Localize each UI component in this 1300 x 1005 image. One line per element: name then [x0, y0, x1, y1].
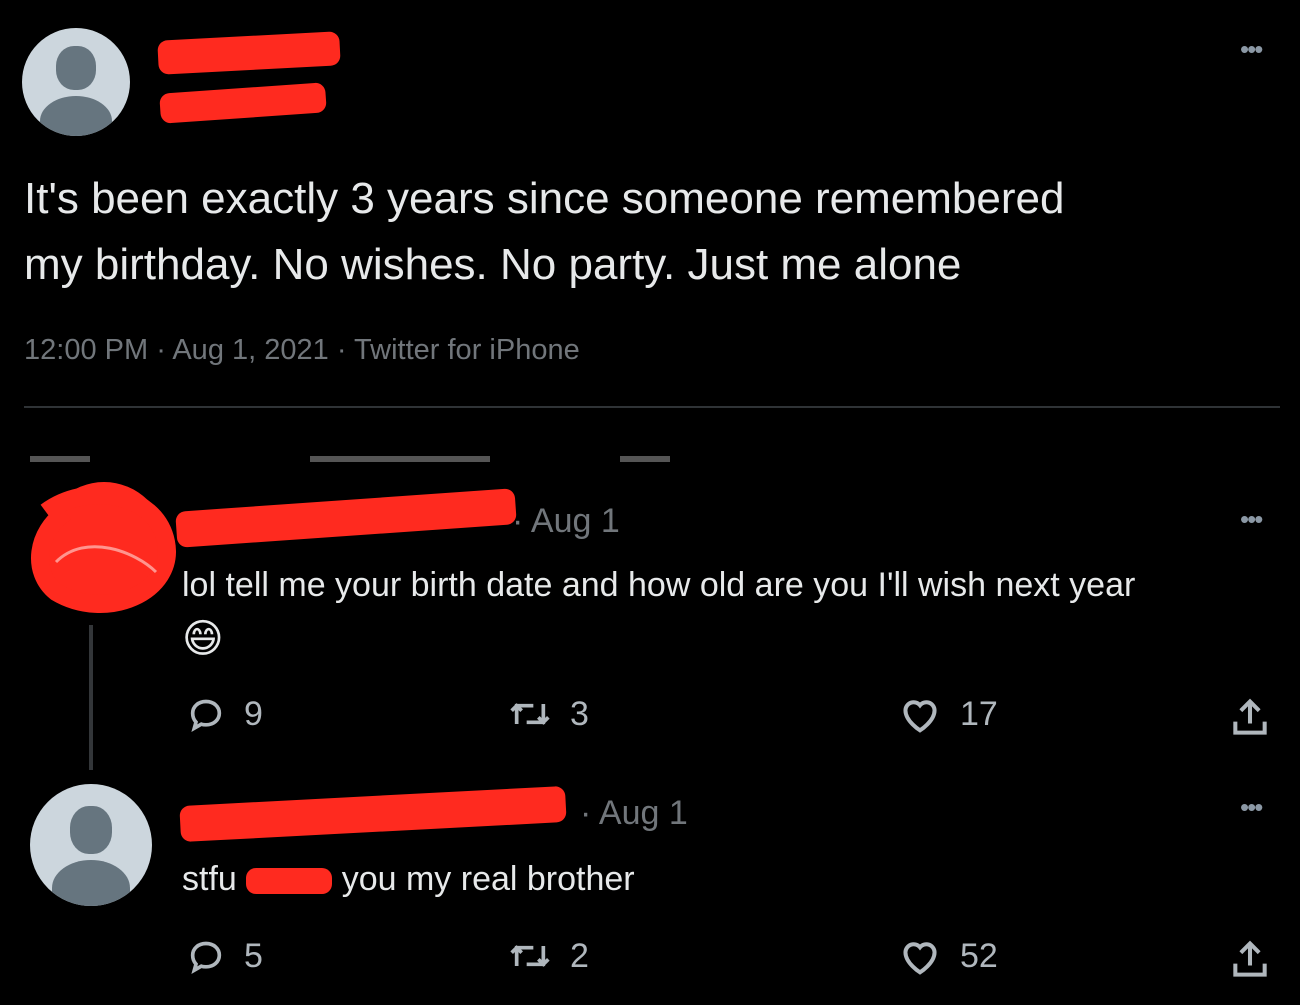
- avatar[interactable]: [22, 28, 130, 136]
- reply1-more-options-icon[interactable]: •••: [1240, 506, 1263, 532]
- reply2-date[interactable]: · Aug 1: [580, 794, 688, 833]
- reply-icon: [190, 941, 222, 974]
- tweet-meta: 12:00 PM · Aug 1, 2021 · Twitter for iPh…: [24, 334, 580, 367]
- like-count: 52: [960, 936, 998, 975]
- heart-icon: [903, 700, 937, 733]
- redacted-handle: [159, 82, 327, 124]
- reply2-text-after: you my real brother: [341, 860, 635, 898]
- like-count: 17: [960, 694, 998, 733]
- reply2-avatar[interactable]: [30, 784, 152, 906]
- share-icon: [1233, 940, 1267, 977]
- reply2-reply-button[interactable]: 5: [186, 936, 263, 976]
- redacted-reply1-name: [175, 488, 517, 548]
- tweet-text: It's been exactly 3 years since someone …: [24, 166, 1274, 298]
- reply2-like-button[interactable]: 52: [898, 936, 998, 976]
- tweet-text-line-2: my birthday. No wishes. No party. Just m…: [24, 240, 962, 289]
- retweet-count: 3: [570, 694, 589, 733]
- reply1-reply-button[interactable]: 9: [186, 694, 263, 734]
- reply-count: 9: [244, 694, 263, 733]
- redacted-display-name: [157, 31, 341, 75]
- stats-row-partial: [30, 452, 670, 462]
- tweet-date[interactable]: Aug 1, 2021: [172, 334, 328, 366]
- reply-icon: [190, 699, 222, 732]
- reply1-retweet-button[interactable]: 3: [508, 694, 589, 734]
- divider: [24, 406, 1280, 408]
- reply1-like-button[interactable]: 17: [898, 694, 998, 734]
- tweet-source[interactable]: Twitter for iPhone: [354, 334, 580, 366]
- redacted-avatar-scribble: [26, 472, 176, 622]
- reply1-text: lol tell me your birth date and how old …: [182, 566, 1136, 604]
- reply2-share-button[interactable]: [1228, 938, 1272, 982]
- redacted-reply2-name: [179, 785, 567, 843]
- meta-separator: ·: [336, 334, 347, 366]
- retweet-icon: [510, 703, 550, 725]
- reply2-text-before: stfu: [182, 860, 237, 898]
- retweet-icon: [510, 945, 550, 967]
- redacted-word: [246, 868, 333, 895]
- share-icon: [1233, 698, 1267, 735]
- grinning-emoji: 😄: [182, 617, 224, 661]
- reply1-date[interactable]: · Aug 1: [512, 502, 620, 541]
- reply1-share-button[interactable]: [1228, 696, 1272, 740]
- retweet-count: 2: [570, 936, 589, 975]
- meta-separator: ·: [156, 334, 166, 366]
- reply2-text: stfu you my real brother: [182, 860, 635, 899]
- reply2-retweet-button[interactable]: 2: [508, 936, 589, 976]
- reply-count: 5: [244, 936, 263, 975]
- tweet-time[interactable]: 12:00 PM: [24, 334, 148, 366]
- heart-icon: [903, 942, 937, 975]
- thread-line: [89, 625, 93, 770]
- tweet-text-line-1: It's been exactly 3 years since someone …: [24, 174, 1065, 223]
- reply2-more-options-icon[interactable]: •••: [1240, 794, 1263, 820]
- more-options-icon[interactable]: •••: [1240, 36, 1263, 62]
